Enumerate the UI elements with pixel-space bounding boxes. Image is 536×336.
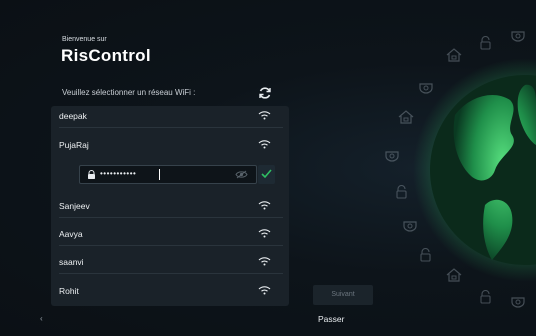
wifi-network-item[interactable]: Sanjeev — [51, 193, 289, 218]
house-icon — [398, 110, 414, 124]
network-name: Aavya — [59, 229, 83, 239]
divider — [59, 127, 283, 128]
setup-screen: Bienvenue sur RisControl Veuillez sélect… — [0, 0, 536, 336]
wifi-network-item[interactable]: Rohit — [51, 278, 289, 303]
camera-icon — [385, 151, 399, 162]
padlock-icon — [396, 185, 407, 199]
house-icon — [446, 268, 462, 282]
back-arrow-icon[interactable]: ‹ — [40, 314, 43, 323]
camera-icon — [403, 221, 417, 232]
wifi-prompt: Veuillez sélectionner un réseau WiFi : — [62, 88, 196, 97]
camera-icon — [511, 31, 525, 42]
wifi-icon — [258, 201, 271, 210]
eye-icon[interactable] — [235, 170, 248, 179]
lock-icon — [88, 170, 95, 179]
house-icon — [446, 48, 462, 62]
padlock-icon — [480, 290, 491, 304]
wifi-network-item[interactable]: Aavya — [51, 221, 289, 246]
password-value: ••••••••••• — [100, 169, 137, 178]
network-name: PujaRaj — [59, 140, 89, 150]
wifi-icon — [258, 140, 271, 149]
confirm-password-button[interactable] — [258, 165, 275, 184]
brand-title: RisControl — [61, 46, 151, 65]
password-input[interactable]: ••••••••••• — [79, 165, 257, 184]
network-name: deepak — [59, 111, 87, 121]
refresh-icon[interactable] — [258, 86, 272, 100]
divider — [59, 245, 283, 246]
text-caret — [159, 169, 160, 180]
camera-icon — [419, 83, 433, 94]
wifi-icon — [258, 286, 271, 295]
divider — [59, 273, 283, 274]
padlock-icon — [480, 36, 491, 50]
padlock-icon — [420, 248, 431, 262]
network-name: saanvi — [59, 257, 84, 267]
wifi-icon — [258, 111, 271, 120]
wifi-network-item[interactable]: deepak — [51, 106, 289, 128]
divider — [59, 217, 283, 218]
welcome-text: Bienvenue sur — [62, 36, 107, 43]
wifi-network-item-selected[interactable]: PujaRaj — [51, 132, 289, 157]
check-icon — [261, 169, 272, 179]
network-name: Sanjeev — [59, 201, 90, 211]
skip-link[interactable]: Passer — [318, 314, 344, 324]
network-name: Rohit — [59, 286, 79, 296]
camera-icon — [511, 297, 525, 308]
wifi-network-item[interactable]: saanvi — [51, 249, 289, 274]
wifi-icon — [258, 257, 271, 266]
next-button[interactable]: Suivant — [313, 285, 373, 305]
wifi-icon — [258, 229, 271, 238]
wifi-network-list[interactable]: deepak PujaRaj Sanjeev Aavya saanvi Rohi… — [51, 106, 289, 306]
